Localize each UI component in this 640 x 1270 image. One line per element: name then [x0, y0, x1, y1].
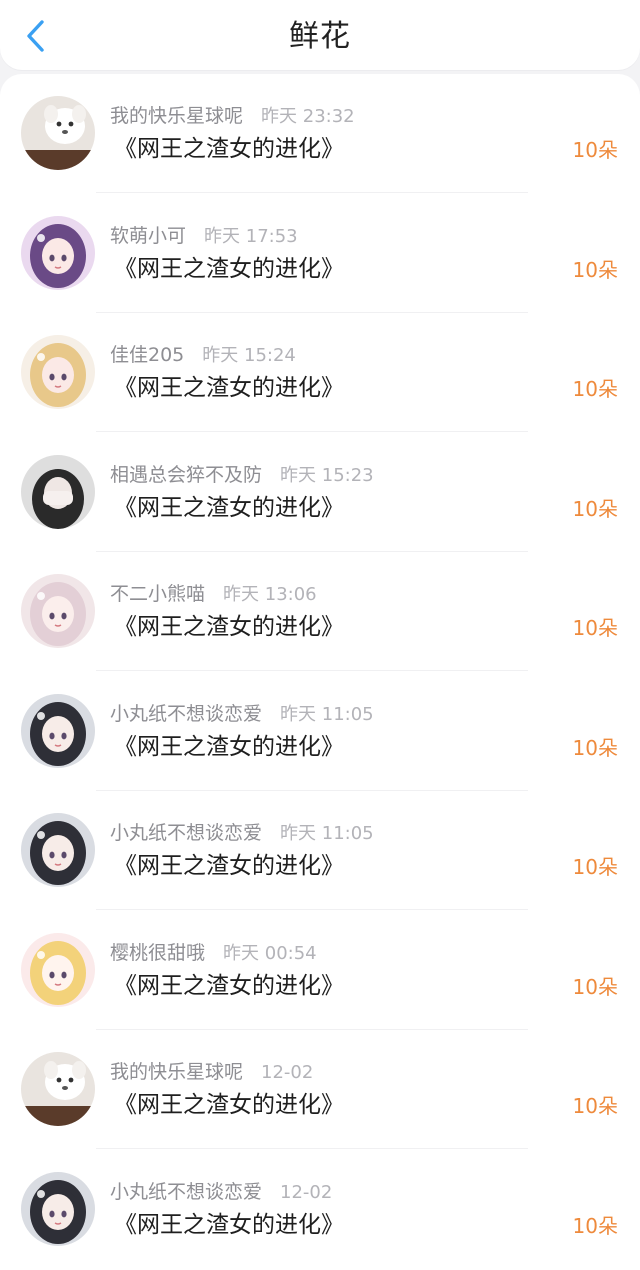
list-item[interactable]: 小丸纸不想谈恋爱 昨天 11:05 《网王之渣女的进化》 10朵 — [0, 672, 640, 791]
list-item[interactable]: 小丸纸不想谈恋爱 昨天 11:05 《网王之渣女的进化》 10朵 — [0, 791, 640, 910]
username[interactable]: 樱桃很甜哦 — [110, 942, 205, 964]
timestamp: 昨天 13:06 — [223, 584, 317, 605]
page-title: 鲜花 — [289, 19, 351, 54]
timestamp: 昨天 11:05 — [280, 823, 374, 844]
book-title: 《网王之渣女的进化》 — [114, 375, 344, 401]
list-item[interactable]: 佳佳205 昨天 15:24 《网王之渣女的进化》 10朵 — [0, 313, 640, 432]
avatar[interactable] — [21, 1171, 95, 1246]
list-item[interactable]: 我的快乐星球呢 12-02 《网王之渣女的进化》 10朵 — [0, 1030, 640, 1149]
item-meta: 小丸纸不想谈恋爱 12-02 — [110, 1178, 332, 1206]
avatar-image — [21, 215, 95, 290]
list-item[interactable]: 相遇总会猝不及防 昨天 15:23 《网王之渣女的进化》 10朵 — [0, 433, 640, 552]
book-title: 《网王之渣女的进化》 — [114, 494, 344, 521]
book-title: 《网王之渣女的进化》 — [114, 614, 344, 640]
avatar[interactable] — [21, 813, 95, 887]
book-title: 《网王之渣女的进化》 — [114, 255, 344, 282]
avatar-image — [21, 1171, 95, 1246]
list-item[interactable]: 小丸纸不想谈恋爱 12-02 《网王之渣女的进化》 10朵 — [0, 1150, 640, 1269]
username[interactable]: 软萌小可 — [110, 225, 186, 247]
list-item[interactable]: 樱桃很甜哦 昨天 00:54 《网王之渣女的进化》 10朵 — [0, 911, 640, 1030]
avatar[interactable] — [21, 335, 95, 409]
flower-count: 10朵 — [572, 377, 618, 401]
book-title: 《网王之渣女的进化》 — [114, 1211, 344, 1238]
avatar-image — [21, 1052, 95, 1126]
avatar[interactable] — [21, 215, 95, 290]
timestamp: 昨天 11:05 — [280, 703, 374, 725]
avatar-image — [21, 96, 95, 170]
avatar[interactable] — [21, 1052, 95, 1126]
username[interactable]: 相遇总会猝不及防 — [110, 464, 262, 486]
avatar-image — [21, 813, 95, 887]
list-item[interactable]: 我的快乐星球呢 昨天 23:32 《网王之渣女的进化》 10朵 — [0, 74, 640, 193]
timestamp: 昨天 15:23 — [280, 464, 374, 486]
flower-count: 10朵 — [572, 735, 618, 760]
flower-count: 10朵 — [572, 496, 618, 521]
flower-count: 10朵 — [572, 257, 618, 282]
avatar[interactable] — [21, 96, 95, 170]
flower-count: 10朵 — [572, 974, 618, 999]
timestamp: 昨天 17:53 — [204, 225, 298, 247]
timestamp: 12-02 — [261, 1062, 314, 1083]
username[interactable]: 小丸纸不想谈恋爱 — [110, 822, 262, 844]
username[interactable]: 小丸纸不想谈恋爱 — [110, 1181, 262, 1203]
avatar[interactable] — [21, 574, 95, 648]
timestamp: 12-02 — [280, 1181, 333, 1203]
avatar[interactable] — [21, 693, 95, 768]
book-title: 《网王之渣女的进化》 — [114, 136, 344, 162]
username[interactable]: 我的快乐星球呢 — [110, 1061, 243, 1083]
timestamp: 昨天 00:54 — [223, 942, 317, 964]
username[interactable]: 小丸纸不想谈恋爱 — [110, 703, 262, 725]
avatar-image — [21, 454, 95, 529]
avatar[interactable] — [21, 454, 95, 529]
item-meta: 软萌小可 昨天 17:53 — [110, 222, 298, 250]
item-meta: 小丸纸不想谈恋爱 昨天 11:05 — [110, 700, 374, 728]
item-meta: 佳佳205 昨天 15:24 — [110, 341, 296, 369]
flower-count: 10朵 — [572, 855, 618, 879]
avatar-image — [21, 932, 95, 1007]
flower-count: 10朵 — [572, 616, 618, 640]
flower-count: 10朵 — [572, 138, 618, 162]
item-meta: 我的快乐星球呢 12-02 — [110, 1058, 313, 1086]
book-title: 《网王之渣女的进化》 — [114, 1092, 344, 1118]
list-item[interactable]: 不二小熊喵 昨天 13:06 《网王之渣女的进化》 10朵 — [0, 552, 640, 671]
item-meta: 我的快乐星球呢 昨天 23:32 — [110, 102, 355, 130]
avatar-image — [21, 574, 95, 648]
item-meta: 不二小熊喵 昨天 13:06 — [110, 580, 317, 608]
timestamp: 昨天 15:24 — [202, 345, 296, 366]
book-title: 《网王之渣女的进化》 — [114, 733, 344, 760]
book-title: 《网王之渣女的进化》 — [114, 853, 344, 879]
item-meta: 相遇总会猝不及防 昨天 15:23 — [110, 461, 374, 489]
avatar-image — [21, 335, 95, 409]
avatar[interactable] — [21, 932, 95, 1007]
flower-count: 10朵 — [572, 1213, 618, 1238]
username[interactable]: 不二小熊喵 — [110, 583, 205, 605]
flower-gift-list: 我的快乐星球呢 昨天 23:32 《网王之渣女的进化》 10朵 软萌小可 昨天 17:53… — [0, 74, 640, 1270]
username[interactable]: 佳佳205 — [110, 344, 184, 366]
item-meta: 小丸纸不想谈恋爱 昨天 11:05 — [110, 819, 374, 847]
flower-count: 10朵 — [572, 1094, 618, 1118]
timestamp: 昨天 23:32 — [261, 106, 355, 127]
list-item[interactable]: 软萌小可 昨天 17:53 《网王之渣女的进化》 10朵 — [0, 194, 640, 313]
username[interactable]: 我的快乐星球呢 — [110, 105, 243, 127]
book-title: 《网王之渣女的进化》 — [114, 972, 344, 999]
item-meta: 樱桃很甜哦 昨天 00:54 — [110, 939, 317, 967]
avatar-image — [21, 693, 95, 768]
nav-bar: 鲜花 — [0, 0, 640, 70]
